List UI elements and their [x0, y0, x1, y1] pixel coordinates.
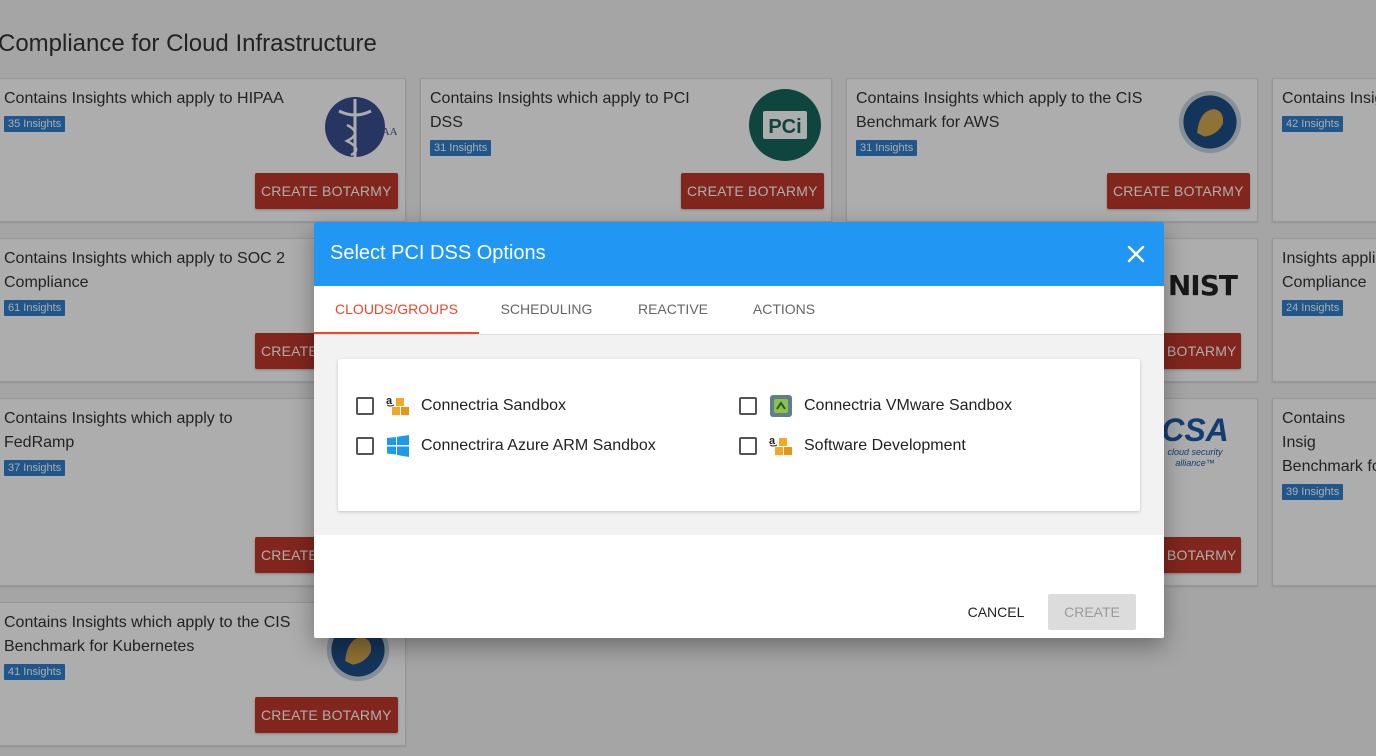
option-label: Software Development	[804, 437, 966, 454]
option-label: Connectrira Azure ARM Sandbox	[421, 437, 656, 454]
checkbox[interactable]	[356, 397, 374, 415]
checkbox[interactable]	[739, 397, 757, 415]
close-icon[interactable]	[1126, 244, 1146, 264]
select-options-dialog: Select PCI DSS Options CLOUDS/GROUPS SCH…	[314, 222, 1164, 638]
option-connectria-vmware-sandbox[interactable]: Connectria VMware Sandbox	[739, 392, 1012, 420]
clouds-groups-panel: a Connectria Sandbox Connectria VMware S…	[338, 359, 1140, 511]
clouds-groups-panel-area: a Connectria Sandbox Connectria VMware S…	[314, 335, 1164, 535]
checkbox[interactable]	[356, 437, 374, 455]
tab-clouds-groups[interactable]: CLOUDS/GROUPS	[314, 286, 479, 334]
dialog-tabs: CLOUDS/GROUPS SCHEDULING REACTIVE ACTION…	[314, 286, 1164, 335]
create-button[interactable]: CREATE	[1048, 594, 1136, 630]
tab-scheduling[interactable]: SCHEDULING	[479, 286, 614, 334]
aws-icon: a	[769, 435, 792, 455]
aws-icon: a	[386, 395, 409, 415]
option-software-development[interactable]: a Software Development	[739, 432, 966, 460]
dialog-header: Select PCI DSS Options	[314, 222, 1164, 286]
tab-reactive[interactable]: REACTIVE	[614, 286, 732, 334]
option-label: Connectria Sandbox	[421, 397, 566, 414]
dialog-title: Select PCI DSS Options	[330, 242, 546, 264]
tab-actions[interactable]: ACTIONS	[732, 286, 836, 334]
checkbox[interactable]	[739, 437, 757, 455]
option-label: Connectria VMware Sandbox	[804, 397, 1013, 414]
windows-azure-icon	[387, 435, 409, 457]
cancel-button[interactable]: CANCEL	[954, 594, 1038, 630]
option-connectria-sandbox[interactable]: a Connectria Sandbox	[356, 392, 566, 420]
option-connectrira-azure-arm-sandbox[interactable]: Connectrira Azure ARM Sandbox	[356, 432, 656, 460]
vmware-icon	[770, 395, 792, 417]
